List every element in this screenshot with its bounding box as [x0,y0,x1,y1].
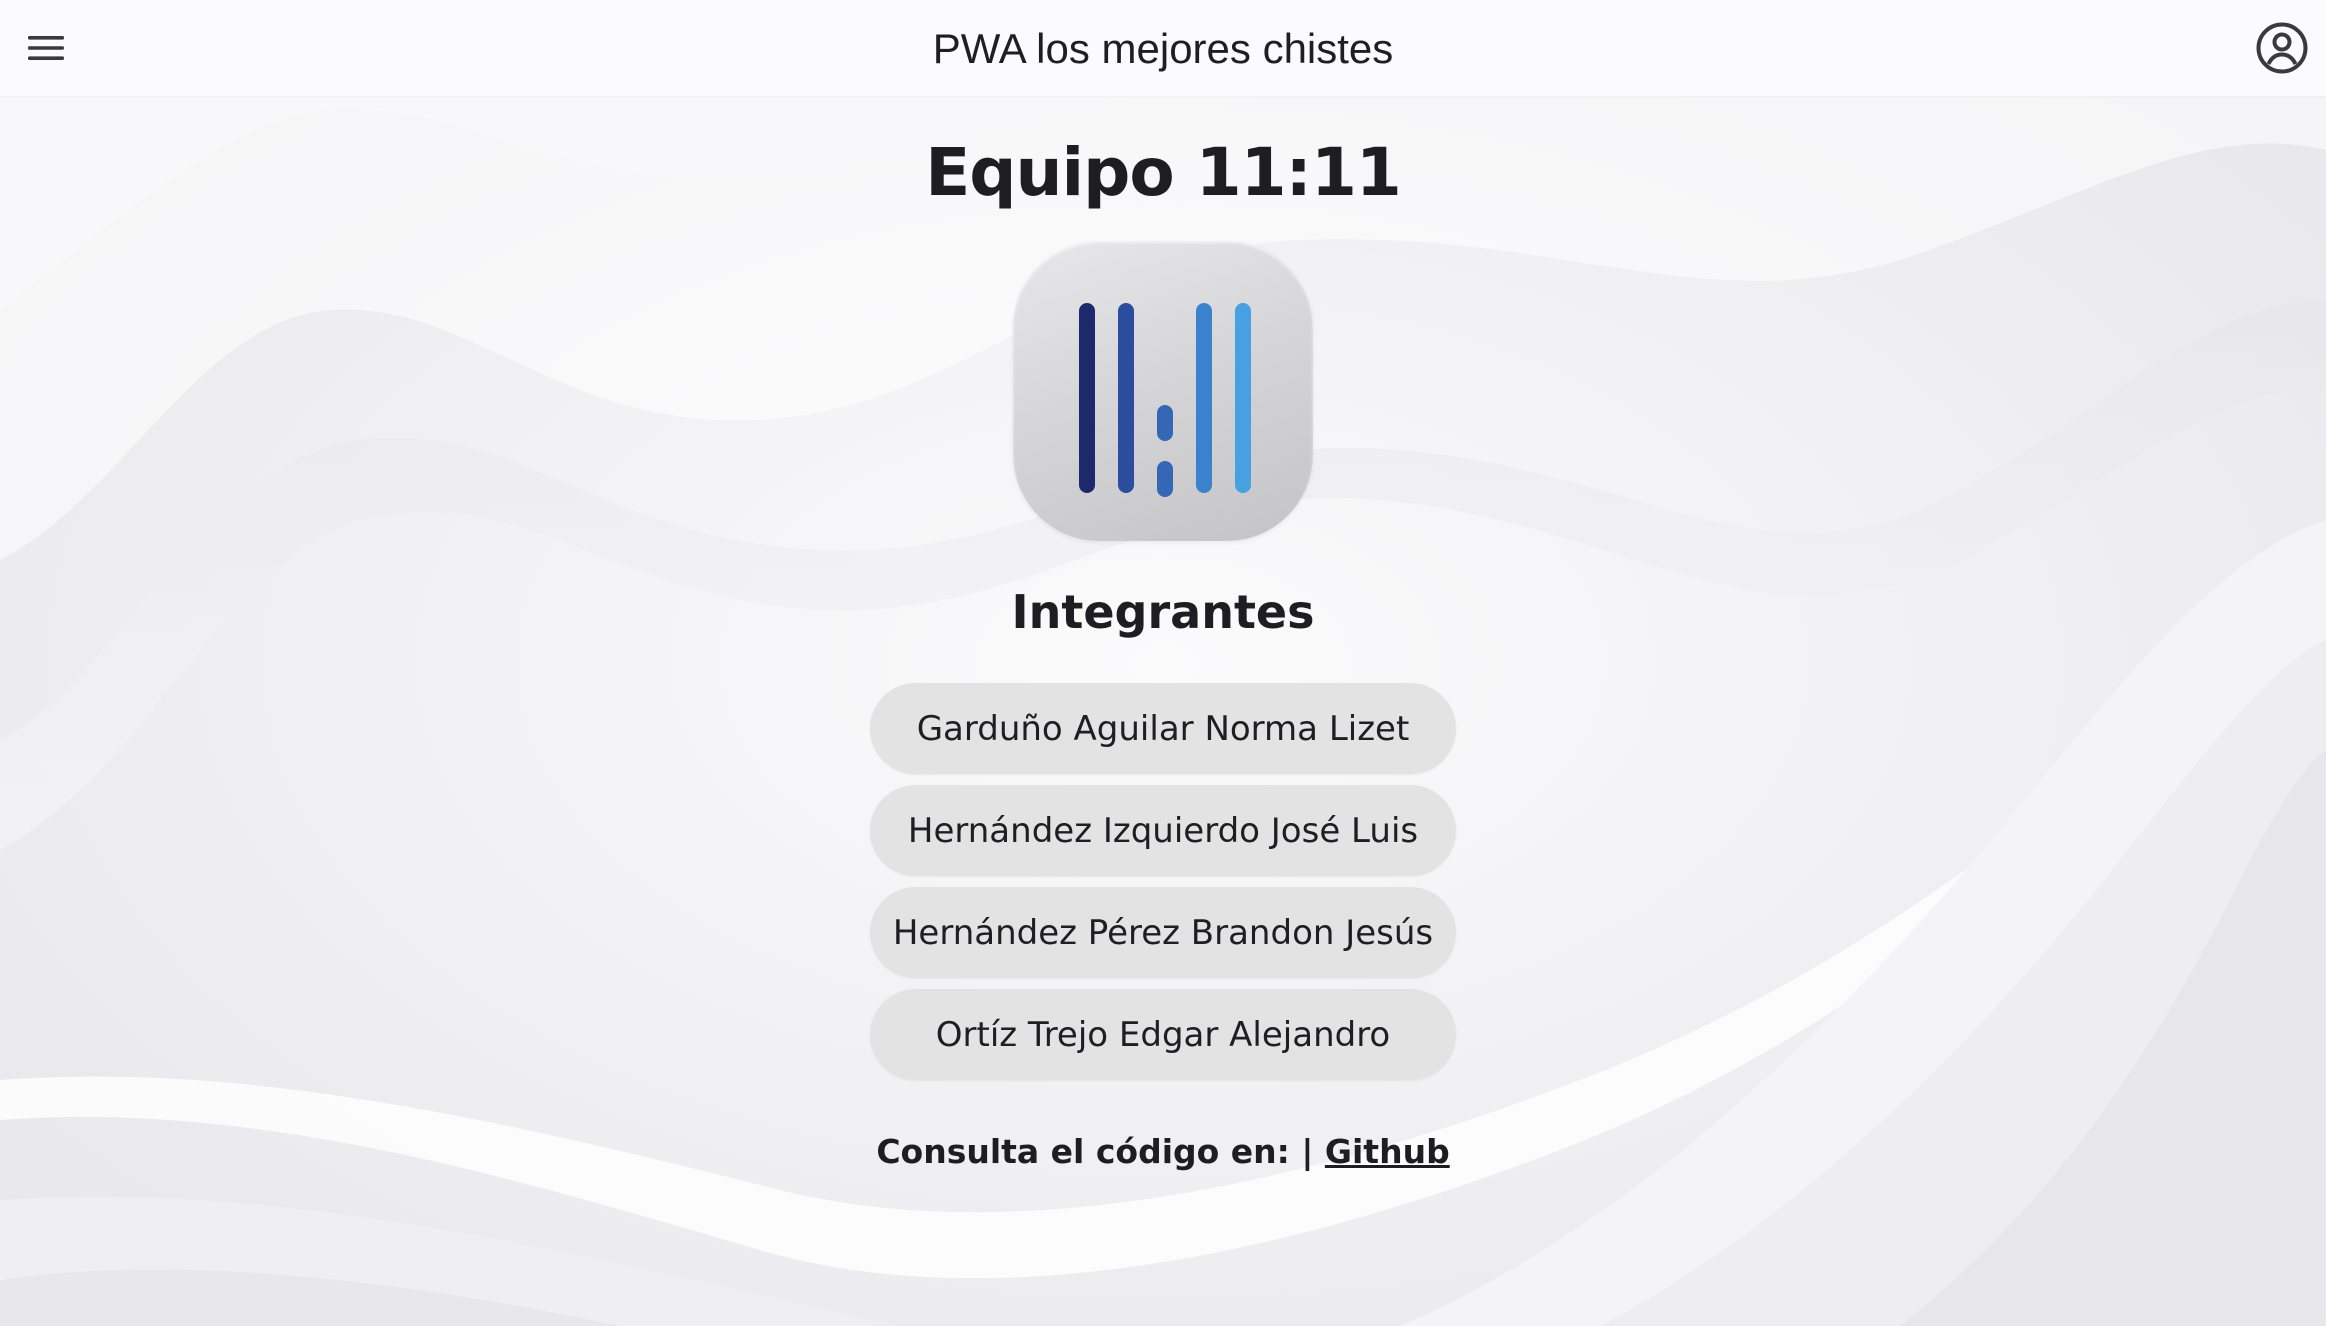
members-title: Integrantes [1011,585,1315,639]
main-content: Equipo 11:11 Integrantes Garduño Aguilar… [0,96,2326,1171]
member-chip[interactable]: Hernández Izquierdo José Luis [870,785,1456,876]
source-code-prefix: Consulta el código en: | [876,1132,1325,1171]
account-button[interactable] [2252,18,2312,78]
github-link[interactable]: Github [1325,1132,1450,1171]
member-chip[interactable]: Hernández Pérez Brandon Jesús [870,887,1456,978]
member-chip[interactable]: Ortíz Trejo Edgar Alejandro [870,989,1456,1080]
app-title: PWA los mejores chistes [932,25,1394,72]
team-logo-bars-icon [1079,303,1251,497]
members-list: Garduño Aguilar Norma Lizet Hernández Iz… [870,683,1456,1080]
source-code-line: Consulta el código en: | Github [0,1132,2326,1171]
app-bar: PWA los mejores chistes [0,0,2326,96]
team-logo [1013,241,1313,541]
team-title: Equipo 11:11 [925,134,1402,211]
account-circle-icon [2256,22,2308,74]
member-chip[interactable]: Garduño Aguilar Norma Lizet [870,683,1456,774]
page: PWA los mejores chistes Equipo 11:11 Int… [0,0,2326,1326]
